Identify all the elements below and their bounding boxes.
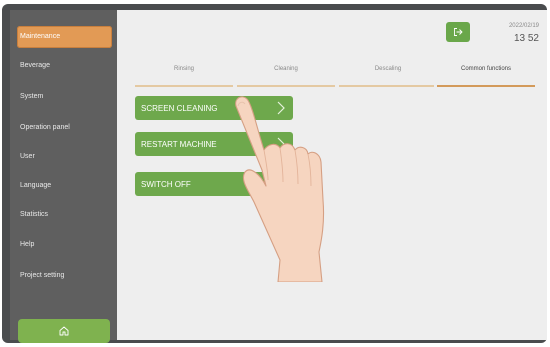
home-icon: [59, 326, 69, 336]
tab-common-functions[interactable]: Common functions: [437, 66, 535, 72]
sidebar-item-statistics[interactable]: Statistics: [17, 211, 112, 218]
exit-button[interactable]: [446, 22, 470, 42]
tab-underline-descaling: [339, 85, 434, 87]
sidebar-item-language[interactable]: Language: [17, 182, 112, 189]
pointing-hand-icon: [235, 96, 325, 282]
screen-cleaning-label: SCREEN CLEANING: [141, 103, 218, 113]
tab-descaling[interactable]: Descaling: [339, 66, 437, 72]
tab-rinsing[interactable]: Rinsing: [135, 66, 233, 72]
sidebar-item-maintenance[interactable]: Maintenance: [17, 26, 112, 48]
sidebar-item-user[interactable]: User: [17, 153, 112, 160]
tab-underline-cleaning: [237, 85, 335, 87]
switch-off-label: SWITCH OFF: [141, 179, 191, 189]
restart-machine-label: RESTART MACHINE: [141, 139, 217, 149]
sidebar: Maintenance Beverage System Operation pa…: [10, 10, 117, 343]
date-label: 2022/02/19: [508, 23, 539, 29]
sidebar-item-operation-panel[interactable]: Operation panel: [17, 124, 112, 131]
home-button[interactable]: [18, 319, 110, 343]
sidebar-item-project-setting[interactable]: Project setting: [17, 272, 112, 279]
sidebar-item-beverage[interactable]: Beverage: [17, 62, 112, 69]
tab-cleaning[interactable]: Cleaning: [237, 66, 335, 72]
sidebar-item-system[interactable]: System: [17, 93, 112, 100]
time-label: 13 52: [513, 33, 539, 44]
tab-underline-common-functions: [437, 85, 535, 87]
exit-icon: [454, 28, 463, 36]
sidebar-item-help[interactable]: Help: [17, 241, 112, 248]
tab-underline-rinsing: [135, 85, 233, 87]
